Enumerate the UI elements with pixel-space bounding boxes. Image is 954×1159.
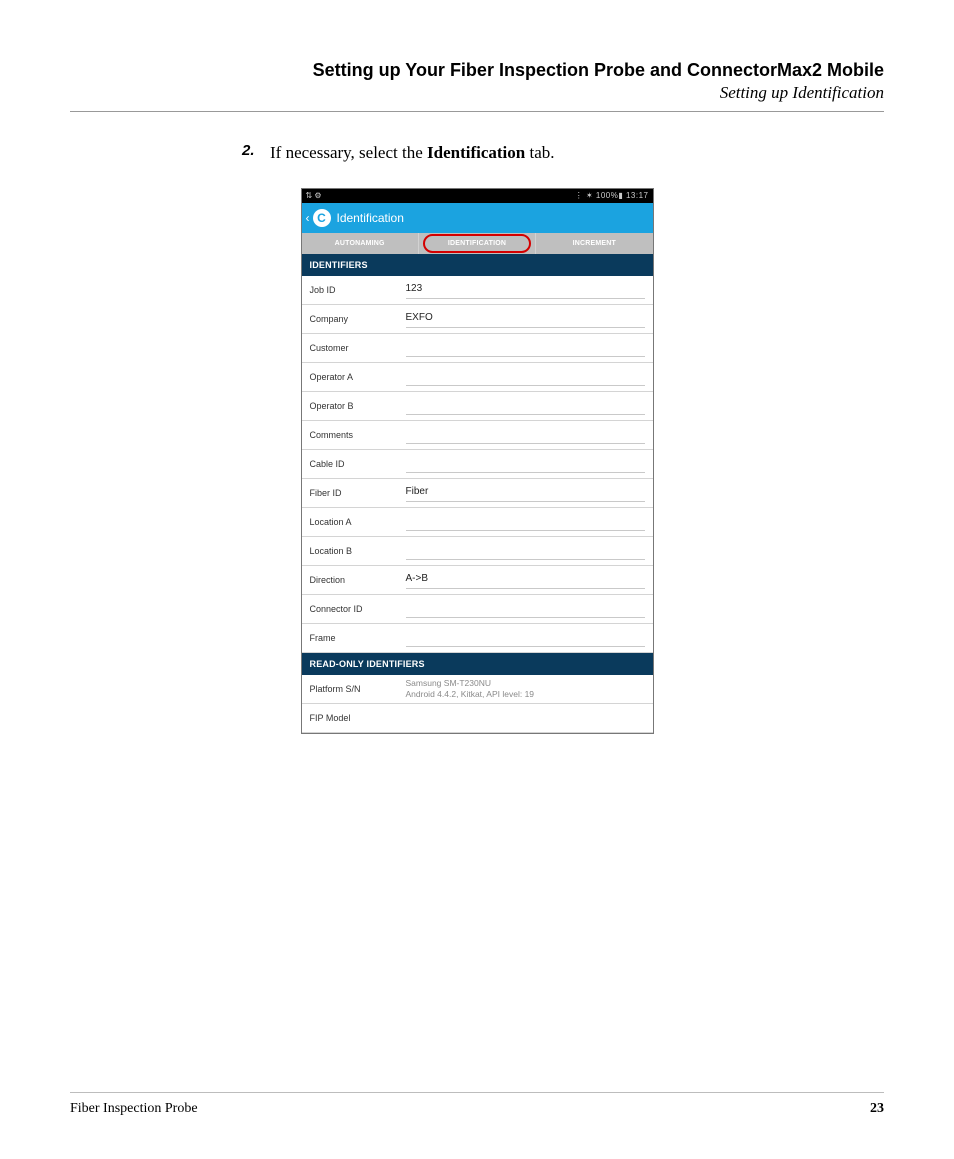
identifier-label: Cable ID	[310, 459, 406, 469]
manual-page: Setting up Your Fiber Inspection Probe a…	[0, 0, 954, 1159]
identifier-row: Job ID123	[302, 276, 653, 305]
identifier-row: Fiber IDFiber	[302, 479, 653, 508]
identifier-label: Operator B	[310, 401, 406, 411]
step-number: 2.	[242, 140, 270, 166]
identifier-row: CompanyEXFO	[302, 305, 653, 334]
identifier-input[interactable]	[406, 599, 645, 618]
footer-left: Fiber Inspection Probe	[70, 1101, 870, 1117]
android-statusbar: ⇅ ⚙ ⋮ ✶ 100%▮ 13:17	[302, 189, 653, 203]
identifier-input[interactable]	[406, 628, 645, 647]
tab-bar: AUTONAMING IDENTIFICATION INCREMENT	[302, 233, 653, 254]
identifiers-header: IDENTIFIERS	[302, 254, 653, 276]
identifier-label: Location B	[310, 546, 406, 556]
readonly-label: FIP Model	[310, 713, 406, 723]
page-footer: Fiber Inspection Probe 23	[70, 1092, 884, 1117]
app-screenshot: ⇅ ⚙ ⋮ ✶ 100%▮ 13:17 ‹ C Identification A…	[301, 188, 654, 734]
readonly-list: Platform S/NSamsung SM-T230NUAndroid 4.4…	[302, 675, 653, 733]
readonly-header: READ-ONLY IDENTIFIERS	[302, 653, 653, 675]
identifier-row: Location B	[302, 537, 653, 566]
identifier-label: Fiber ID	[310, 488, 406, 498]
step-text: If necessary, select the Identification …	[270, 140, 884, 166]
page-number: 23	[870, 1101, 884, 1117]
appbar-title: Identification	[337, 211, 404, 225]
identifier-row: Operator B	[302, 392, 653, 421]
status-right: ⋮ ✶ 100%▮ 13:17	[575, 191, 649, 200]
identifier-label: Direction	[310, 575, 406, 585]
app-bar: ‹ C Identification	[302, 203, 653, 233]
step-text-post: tab.	[525, 143, 554, 162]
identifier-input[interactable]	[406, 512, 645, 531]
section-title: Setting up Identification	[70, 83, 884, 103]
header-rule	[70, 111, 884, 112]
identifier-input[interactable]	[406, 541, 645, 560]
identifier-input[interactable]: EXFO	[406, 309, 645, 328]
identifier-row: Customer	[302, 334, 653, 363]
step-2: 2. If necessary, select the Identificati…	[242, 140, 884, 166]
readonly-label: Platform S/N	[310, 684, 406, 694]
identifier-input[interactable]	[406, 454, 645, 473]
identifier-row: Connector ID	[302, 595, 653, 624]
tab-autonaming[interactable]: AUTONAMING	[302, 233, 419, 254]
tab-identification[interactable]: IDENTIFICATION	[419, 233, 536, 254]
identifier-label: Frame	[310, 633, 406, 643]
identifier-row: Location A	[302, 508, 653, 537]
app-logo-icon: C	[313, 209, 331, 227]
identifier-row: Frame	[302, 624, 653, 653]
identifier-label: Connector ID	[310, 604, 406, 614]
identifier-input[interactable]	[406, 425, 645, 444]
identifier-row: Comments	[302, 421, 653, 450]
readonly-value: Samsung SM-T230NUAndroid 4.4.2, Kitkat, …	[406, 675, 645, 703]
tab-increment[interactable]: INCREMENT	[536, 233, 652, 254]
footer-rule	[70, 1092, 884, 1093]
readonly-row: FIP Model	[302, 704, 653, 733]
back-icon[interactable]: ‹	[306, 211, 310, 225]
identifier-label: Location A	[310, 517, 406, 527]
identifier-row: DirectionA->B	[302, 566, 653, 595]
tab-identification-label: IDENTIFICATION	[448, 240, 506, 247]
chapter-title: Setting up Your Fiber Inspection Probe a…	[70, 60, 884, 81]
identifier-row: Operator A	[302, 363, 653, 392]
identifier-input[interactable]	[406, 338, 645, 357]
readonly-row: Platform S/NSamsung SM-T230NUAndroid 4.4…	[302, 675, 653, 704]
readonly-value	[406, 709, 645, 727]
identifier-label: Company	[310, 314, 406, 324]
identifiers-list: Job ID123CompanyEXFOCustomerOperator AOp…	[302, 276, 653, 653]
identifier-input[interactable]: Fiber	[406, 483, 645, 502]
identifier-input[interactable]: 123	[406, 280, 645, 299]
identifier-input[interactable]: A->B	[406, 570, 645, 589]
identifier-label: Job ID	[310, 285, 406, 295]
identifier-row: Cable ID	[302, 450, 653, 479]
identifier-input[interactable]	[406, 396, 645, 415]
identifier-label: Operator A	[310, 372, 406, 382]
status-left-icons: ⇅ ⚙	[306, 191, 322, 200]
identifier-label: Comments	[310, 430, 406, 440]
step-text-bold: Identification	[427, 143, 525, 162]
identifier-label: Customer	[310, 343, 406, 353]
step-text-pre: If necessary, select the	[270, 143, 427, 162]
identifier-input[interactable]	[406, 367, 645, 386]
